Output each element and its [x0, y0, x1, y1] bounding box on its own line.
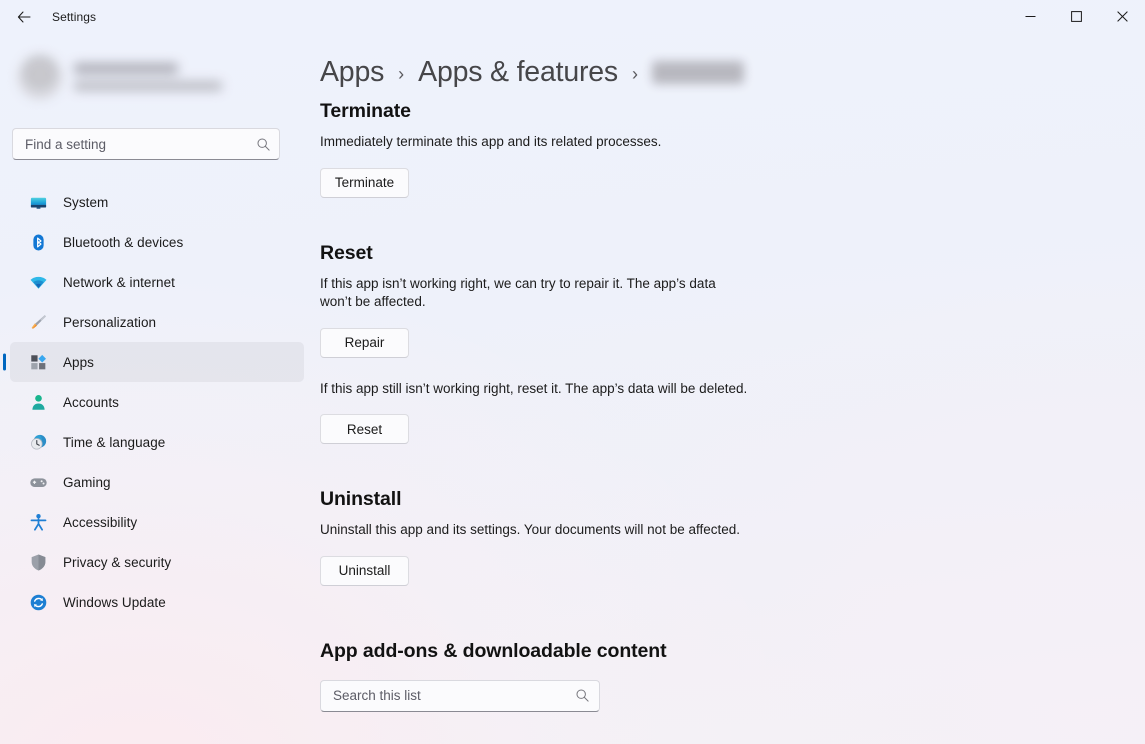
close-icon — [1116, 10, 1128, 22]
reset-title: Reset — [320, 241, 373, 264]
terminate-button[interactable]: Terminate — [320, 167, 409, 198]
breadcrumb-apps-features[interactable]: Apps & features — [418, 56, 618, 89]
reset-description: If this app still isn’t working right, r… — [320, 380, 748, 396]
window-controls — [1007, 0, 1145, 32]
addons-search-input[interactable] — [333, 688, 575, 703]
maximize-button[interactable] — [1053, 0, 1099, 32]
search-icon — [576, 689, 589, 702]
reset-button[interactable]: Reset — [320, 414, 409, 444]
title-bar: Settings — [0, 0, 1145, 34]
back-button[interactable] — [4, 2, 44, 32]
reset-section: Reset If this app isn’t working right, w… — [320, 241, 1145, 444]
maximize-icon — [1070, 10, 1082, 22]
chevron-right-icon: › — [398, 64, 405, 84]
breadcrumb: Apps › Apps & features › — [320, 52, 1145, 92]
addons-search-box[interactable] — [320, 679, 600, 712]
window-title: Settings — [52, 10, 97, 24]
close-button[interactable] — [1099, 0, 1145, 32]
terminate-description: Immediately terminate this app and its r… — [320, 134, 662, 149]
breadcrumb-apps[interactable]: Apps — [320, 56, 384, 89]
minimize-icon — [1025, 15, 1035, 17]
back-arrow-icon — [17, 11, 31, 23]
uninstall-description: Uninstall this app and its settings. You… — [320, 522, 741, 537]
chevron-right-icon: › — [631, 64, 638, 84]
addons-title: App add-ons & downloadable content — [320, 639, 667, 662]
repair-button[interactable]: Repair — [320, 327, 409, 358]
minimize-button[interactable] — [1007, 0, 1053, 32]
uninstall-title: Uninstall — [320, 488, 402, 510]
content-column: Apps › Apps & features › Terminate Immed… — [0, 52, 1145, 712]
uninstall-section: Uninstall Uninstall this app and its set… — [320, 488, 1145, 586]
settings-sections: Terminate Immediately terminate this app… — [320, 92, 1145, 712]
repair-description: If this app isn’t working right, we can … — [320, 275, 716, 310]
uninstall-button[interactable]: Uninstall — [320, 555, 409, 586]
terminate-title: Terminate — [320, 100, 411, 122]
terminate-section: Terminate Immediately terminate this app… — [320, 100, 1145, 198]
breadcrumb-current-app-redacted — [651, 60, 744, 84]
addons-section: App add-ons & downloadable content — [320, 640, 1145, 712]
